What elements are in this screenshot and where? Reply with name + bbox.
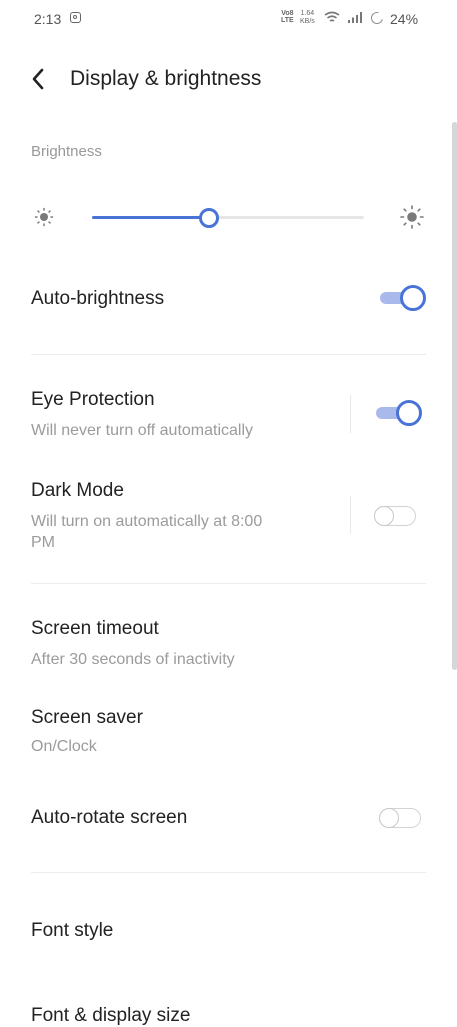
eye-protection-subtitle: Will never turn off automatically — [31, 422, 254, 439]
dark-mode-subtitle-line2: PM — [31, 534, 55, 551]
dark-mode-title[interactable]: Dark Mode — [31, 480, 124, 502]
eye-protection-toggle[interactable] — [374, 400, 422, 426]
vertical-separator — [350, 496, 351, 534]
brightness-low-icon — [34, 207, 54, 227]
toggle-knob — [396, 400, 422, 426]
instagram-notification-icon — [70, 12, 81, 23]
slider-fill — [92, 216, 209, 219]
dark-mode-subtitle-line1: Will turn on automatically at 8:00 — [31, 513, 263, 530]
auto-rotate-title[interactable]: Auto-rotate screen — [31, 807, 187, 829]
toggle-knob — [400, 285, 426, 311]
screen-timeout-subtitle: After 30 seconds of inactivity — [31, 651, 235, 668]
eye-protection-title[interactable]: Eye Protection — [31, 389, 155, 411]
divider — [31, 872, 426, 873]
vertical-separator — [350, 395, 351, 433]
divider — [31, 583, 426, 584]
font-style-title[interactable]: Font style — [31, 920, 113, 942]
network-speed: 1.64 KB/s — [300, 10, 315, 25]
slider-thumb[interactable] — [198, 208, 219, 228]
status-bar: 2:13 Vo8 LTE 1.64 KB/s 24% — [0, 0, 457, 38]
scrollbar[interactable] — [452, 122, 457, 670]
brightness-slider[interactable] — [92, 208, 364, 228]
auto-brightness-toggle[interactable] — [378, 285, 426, 311]
brightness-high-icon — [400, 205, 424, 229]
wifi-icon — [324, 11, 340, 22]
signal-icon — [348, 12, 362, 23]
status-time: 2:13 — [34, 11, 62, 27]
back-button[interactable] — [26, 64, 54, 94]
screen-saver-subtitle: On/Clock — [31, 738, 97, 755]
brightness-section-label: Brightness — [31, 143, 102, 160]
page-title: Display & brightness — [70, 67, 262, 90]
toggle-knob — [379, 808, 399, 828]
dark-mode-toggle[interactable] — [372, 503, 420, 529]
divider — [31, 354, 426, 355]
toggle-knob — [374, 506, 394, 526]
battery-percentage: 24% — [390, 11, 419, 27]
chevron-left-icon — [32, 68, 44, 90]
battery-icon — [368, 9, 386, 27]
screen-timeout-title[interactable]: Screen timeout — [31, 618, 159, 640]
auto-rotate-toggle[interactable] — [377, 805, 425, 831]
auto-brightness-title[interactable]: Auto-brightness — [31, 288, 164, 310]
volte-indicator: Vo8 LTE — [281, 10, 294, 24]
screen-saver-title[interactable]: Screen saver — [31, 707, 143, 729]
